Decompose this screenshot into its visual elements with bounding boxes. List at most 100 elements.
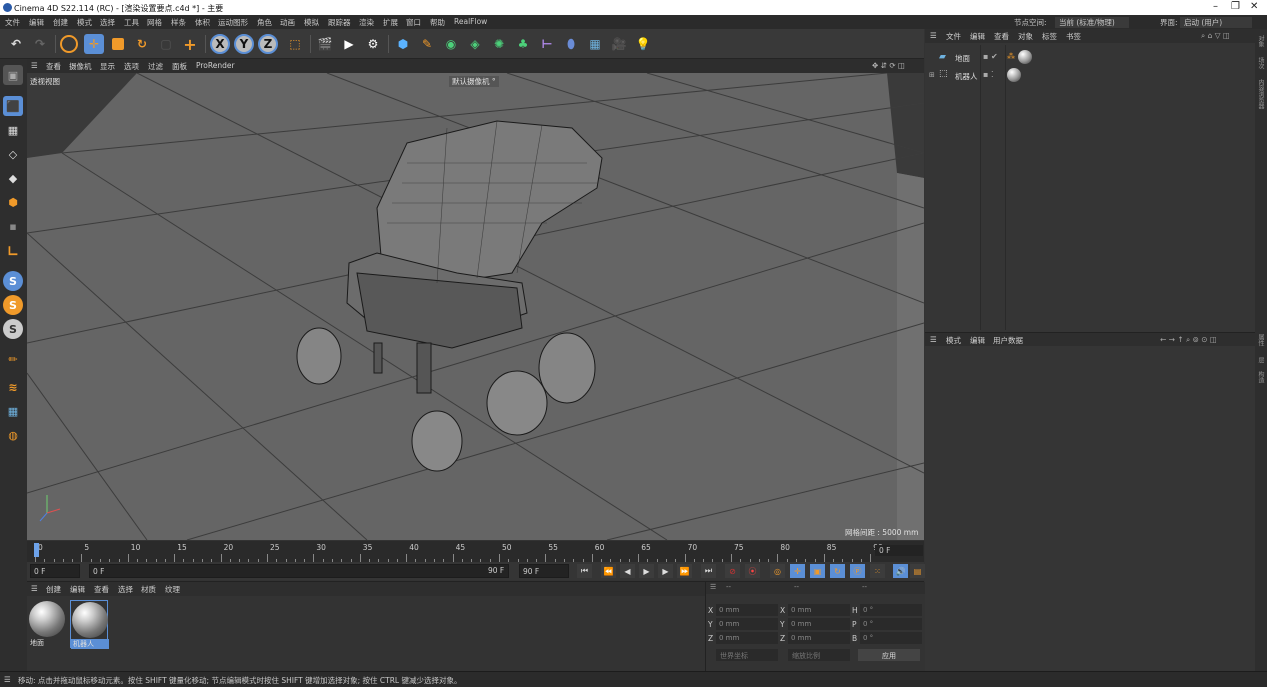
subdivision-icon[interactable]: ◉ xyxy=(441,34,461,54)
axis-mode-icon[interactable]: ∟ xyxy=(3,242,23,262)
menu-extensions[interactable]: 扩展 xyxy=(383,17,398,28)
auto-key-icon[interactable]: ⦿ xyxy=(745,564,760,578)
menu-mode[interactable]: 模式 xyxy=(77,17,92,28)
visibility-toggle-icon[interactable]: ▪ ✔ xyxy=(983,52,998,61)
material-menu-edit[interactable]: 编辑 xyxy=(70,584,85,595)
scale-icon[interactable] xyxy=(108,34,128,54)
viewport-menu-filter[interactable]: 过滤 xyxy=(148,61,163,72)
menu-select[interactable]: 选择 xyxy=(100,17,115,28)
object-menu-view[interactable]: 查看 xyxy=(994,31,1009,42)
light-icon[interactable]: 💡 xyxy=(633,34,653,54)
minimize-button[interactable]: – xyxy=(1213,1,1218,12)
timeline-playhead[interactable] xyxy=(34,543,39,557)
viewport-menu-display[interactable]: 显示 xyxy=(100,61,115,72)
coordinate-system-icon[interactable]: ⬚ xyxy=(285,34,305,54)
tab-objects[interactable]: 对象 xyxy=(1256,35,1265,47)
mograph-icon[interactable]: ♣ xyxy=(513,34,533,54)
redo-icon[interactable]: ↷ xyxy=(30,34,50,54)
uv-mode-icon[interactable]: ▪ xyxy=(3,216,23,236)
polygons-mode-icon[interactable]: ⬢ xyxy=(3,192,23,212)
rotation-h-field[interactable]: 0 ° xyxy=(860,604,922,616)
camera-icon[interactable]: 🎥 xyxy=(609,34,629,54)
timeline-frame-field[interactable]: 0 F xyxy=(875,545,923,556)
scale-mode-dropdown[interactable]: 缩放比例 xyxy=(788,649,850,661)
grid-workplane-icon[interactable]: ▦ xyxy=(3,401,23,421)
undo-icon[interactable]: ↶ xyxy=(6,34,26,54)
start-frame-field[interactable]: 0 F xyxy=(30,564,80,578)
coordinates-menu-icon[interactable]: ☰ xyxy=(710,583,716,591)
key-rotation-icon[interactable]: ↻ xyxy=(830,564,845,578)
menu-window[interactable]: 窗口 xyxy=(406,17,421,28)
keyframe-selection-icon[interactable]: ◎ xyxy=(770,564,785,578)
attribute-menu-userdata[interactable]: 用户数据 xyxy=(993,335,1023,346)
move-icon[interactable]: ✛ xyxy=(84,34,104,54)
workplane-icon[interactable]: ✏ xyxy=(3,349,23,369)
key-pla-icon[interactable]: ⁙ xyxy=(870,564,885,578)
floor-icon[interactable]: ▦ xyxy=(585,34,605,54)
position-x-field[interactable]: 0 mm xyxy=(716,604,778,616)
material-swatch[interactable]: 机器人 xyxy=(70,600,109,649)
make-editable-icon[interactable]: ▣ xyxy=(3,65,23,85)
model-mode-icon[interactable]: ⬛ xyxy=(3,96,23,116)
status-menu-icon[interactable]: ☰ xyxy=(4,675,11,684)
record-icon[interactable]: ⊘ xyxy=(725,564,740,578)
render-picture-viewer-icon[interactable]: ▶ xyxy=(339,34,359,54)
attribute-menu-mode[interactable]: 模式 xyxy=(946,335,961,346)
tab-construction[interactable]: 构造 xyxy=(1256,371,1265,383)
key-parameter-icon[interactable]: Ⓟ xyxy=(850,564,865,578)
object-row[interactable]: ▰ 地面 ▪ ✔ ⁂ xyxy=(925,50,1255,66)
size-x-field[interactable]: 0 mm xyxy=(788,604,850,616)
y-axis-icon[interactable]: Y xyxy=(234,34,254,54)
menu-file[interactable]: 文件 xyxy=(5,17,20,28)
material-menu-material[interactable]: 材质 xyxy=(141,584,156,595)
close-button[interactable]: ✕ xyxy=(1250,1,1258,12)
menu-mesh[interactable]: 网格 xyxy=(147,17,162,28)
material-menu-view[interactable]: 查看 xyxy=(94,584,109,595)
menu-render[interactable]: 渲染 xyxy=(359,17,374,28)
menu-character[interactable]: 角色 xyxy=(257,17,272,28)
go-to-start-icon[interactable]: ⏮ xyxy=(577,564,592,578)
extrude-icon[interactable]: ◈ xyxy=(465,34,485,54)
menu-mograph[interactable]: 运动图形 xyxy=(218,17,248,28)
material-menu-create[interactable]: 创建 xyxy=(46,584,61,595)
attribute-menu-edit[interactable]: 编辑 xyxy=(970,335,985,346)
material-swatch[interactable]: 地面 xyxy=(28,600,66,648)
attribute-menu-icon[interactable]: ☰ xyxy=(930,335,937,344)
rotate-icon[interactable]: ↻ xyxy=(132,34,152,54)
create-tool-icon[interactable]: + xyxy=(180,34,200,54)
viewport-navigate-icons[interactable]: ✥ ⇵ ⟳ ◫ xyxy=(872,61,905,70)
menu-help[interactable]: 帮助 xyxy=(430,17,445,28)
viewport-camera-label[interactable]: 默认摄像机 ° xyxy=(449,76,499,87)
next-key-icon[interactable]: ⏩ xyxy=(677,564,692,578)
next-frame-icon[interactable]: ▶ xyxy=(658,564,673,578)
tab-takes[interactable]: 场次 xyxy=(1256,57,1265,69)
cloner-icon[interactable]: ✺ xyxy=(489,34,509,54)
viewport-menu-panel[interactable]: 面板 xyxy=(172,61,187,72)
material-tag-icon[interactable] xyxy=(1018,50,1032,64)
snap-settings-icon[interactable]: S xyxy=(3,295,23,315)
apply-button[interactable]: 应用 xyxy=(858,649,920,661)
object-menu-object[interactable]: 对象 xyxy=(1018,31,1033,42)
restore-button[interactable]: ❐ xyxy=(1231,1,1240,12)
current-frame-field[interactable]: 0 F xyxy=(89,564,509,578)
play-icon[interactable]: ▶ xyxy=(639,564,654,578)
render-settings-icon[interactable]: ⚙ xyxy=(363,34,383,54)
menu-tracker[interactable]: 跟踪器 xyxy=(328,17,351,28)
live-select-icon[interactable] xyxy=(60,35,78,53)
edges-mode-icon[interactable]: ◆ xyxy=(3,168,23,188)
size-z-field[interactable]: 0 mm xyxy=(788,632,850,644)
object-menu-tags[interactable]: 标签 xyxy=(1042,31,1057,42)
tab-content-browser[interactable]: 内容浏览器 xyxy=(1256,79,1265,109)
render-view-icon[interactable]: 🎬 xyxy=(315,34,335,54)
tab-attributes[interactable]: 属性 xyxy=(1256,334,1265,346)
key-scale-icon[interactable]: ▣ xyxy=(810,564,825,578)
expand-icon[interactable]: ⊞ xyxy=(929,71,935,79)
prev-key-icon[interactable]: ⏪ xyxy=(601,564,616,578)
coordinate-system-dropdown[interactable]: 世界坐标 xyxy=(716,649,778,661)
object-row[interactable]: ⊞ ⬚ 机器人 ▪ ⁚ xyxy=(925,68,1255,84)
planar-workplane-icon[interactable]: ≋ xyxy=(3,377,23,397)
size-y-field[interactable]: 0 mm xyxy=(788,618,850,630)
prev-frame-icon[interactable]: ◀ xyxy=(620,564,635,578)
perspective-viewport[interactable]: 透视视图 默认摄像机 ° 网格间距 : 5000 mm xyxy=(27,73,924,540)
menu-tools[interactable]: 工具 xyxy=(124,17,139,28)
